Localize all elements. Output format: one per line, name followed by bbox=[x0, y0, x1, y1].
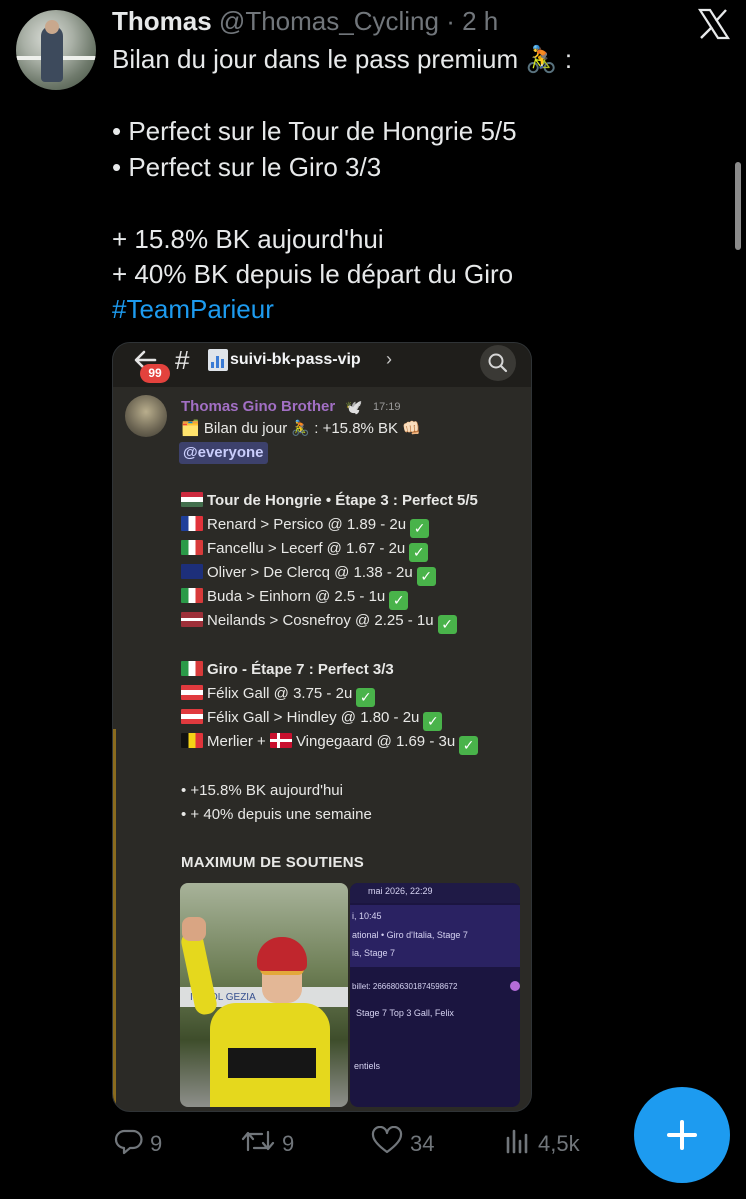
everyone-mention: @everyone bbox=[179, 442, 268, 464]
discord-title-line: 🗂️ Bilan du jour 🚴 : +15.8% BK 👊🏻 bbox=[181, 420, 421, 437]
hongrie-bet-3: Oliver > De Clercq @ 1.38 - 2u ✓ bbox=[181, 564, 436, 586]
denmark-flag-icon bbox=[269, 733, 292, 748]
channel-name: suivi-bk-pass-vip bbox=[230, 351, 361, 368]
receipt-line-5: billet: 2666806301874598672 bbox=[352, 982, 458, 991]
chevron-right-icon: › bbox=[386, 349, 392, 369]
repost-button[interactable]: 9 bbox=[240, 1126, 294, 1157]
check-icon: ✓ bbox=[423, 712, 443, 731]
hongrie-bet-3-text: Oliver > De Clercq @ 1.38 - 2u bbox=[207, 564, 413, 581]
message-left-bar bbox=[113, 729, 116, 1111]
check-icon: ✓ bbox=[409, 543, 429, 562]
giro-bet-3-text-a: Merlier + bbox=[207, 733, 270, 750]
austria-flag-icon bbox=[181, 685, 203, 700]
reply-icon bbox=[114, 1129, 143, 1155]
austria-flag-icon bbox=[181, 709, 203, 724]
discord-author-avatar bbox=[125, 395, 167, 437]
plus-icon-vertical bbox=[680, 1120, 684, 1150]
receipt-line-2: i, 10:45 bbox=[352, 911, 382, 921]
x-logo-icon[interactable] bbox=[694, 4, 734, 44]
receipt-line-3: ational • Giro d'Italia, Stage 7 bbox=[352, 930, 468, 940]
tweet-time: · 2 h bbox=[446, 6, 499, 36]
check-icon: ✓ bbox=[389, 591, 409, 610]
like-button[interactable]: 34 bbox=[370, 1125, 435, 1157]
hungary-flag-icon bbox=[181, 492, 203, 507]
check-icon: ✓ bbox=[437, 615, 457, 634]
receipt-line-1: mai 2026, 22:29 bbox=[368, 886, 433, 896]
hongrie-bet-2: Fancellu > Lecerf @ 1.67 - 2u ✓ bbox=[181, 540, 429, 562]
tweet-line-5: + 40% BK depuis le départ du Giro bbox=[112, 259, 514, 289]
avatar-figure bbox=[41, 26, 63, 82]
tweet-line-3: • Perfect sur le Giro 3/3 bbox=[112, 152, 382, 182]
receipt-badge-icon bbox=[510, 981, 520, 991]
scrollbar-thumb[interactable] bbox=[735, 162, 741, 250]
italy-flag-icon bbox=[181, 588, 203, 603]
repost-icon bbox=[241, 1130, 275, 1152]
avatar-head bbox=[45, 20, 59, 34]
views-count: 4,5k bbox=[538, 1131, 580, 1156]
rider-photo: IO SOL GEZIA bbox=[180, 883, 348, 1107]
giro-bet-1: Félix Gall @ 3.75 - 2u ✓ bbox=[181, 685, 376, 707]
giro-bet-3: Merlier + Vingegaard @ 1.69 - 3u ✓ bbox=[181, 733, 479, 755]
tweet-hashtag[interactable]: #TeamParieur bbox=[112, 294, 274, 325]
section-title: MAXIMUM DE SOUTIENS bbox=[181, 854, 364, 871]
giro-bet-1-text: Félix Gall @ 3.75 - 2u bbox=[207, 685, 353, 702]
rider-jersey-band bbox=[228, 1048, 316, 1078]
bet-receipt-screenshot: mai 2026, 22:29 i, 10:45 ational • Giro … bbox=[350, 883, 520, 1107]
giro-header: Giro - Étape 7 : Perfect 3/3 bbox=[181, 661, 394, 678]
summary-line-2: • + 40% depuis une semaine bbox=[181, 806, 372, 823]
notification-badge: 99 bbox=[140, 364, 170, 383]
tweet-header: Thomas @Thomas_Cycling · 2 h bbox=[112, 6, 498, 37]
summary-line-1: • +15.8% BK aujourd'hui bbox=[181, 782, 343, 799]
hongrie-bet-1: Renard > Persico @ 1.89 - 2u ✓ bbox=[181, 516, 430, 538]
rider-fist bbox=[182, 917, 206, 941]
hongrie-header-text: Tour de Hongrie • Étape 3 : Perfect 5/5 bbox=[207, 492, 478, 509]
giro-header-text: Giro - Étape 7 : Perfect 3/3 bbox=[207, 661, 394, 678]
hongrie-bet-2-text: Fancellu > Lecerf @ 1.67 - 2u bbox=[207, 540, 406, 557]
reply-count: 9 bbox=[150, 1131, 163, 1156]
author-handle[interactable]: @Thomas_Cycling bbox=[219, 6, 439, 36]
tweet-media-image[interactable]: 99 # suivi-bk-pass-vip › Thomas Gino Bro… bbox=[112, 342, 532, 1112]
giro-bet-2-text: Félix Gall > Hindley @ 1.80 - 2u bbox=[207, 709, 420, 726]
hongrie-header: Tour de Hongrie • Étape 3 : Perfect 5/5 bbox=[181, 492, 478, 509]
latvia-flag-icon bbox=[181, 612, 203, 627]
views-chart-icon bbox=[506, 1129, 528, 1154]
tweet-line-1: Bilan du jour dans le pass premium 🚴 : bbox=[112, 44, 573, 74]
receipt-line-6: Stage 7 Top 3 Gall, Felix bbox=[356, 1008, 454, 1018]
tweet-line-2: • Perfect sur le Tour de Hongrie 5/5 bbox=[112, 116, 517, 146]
views-button[interactable]: 4,5k bbox=[504, 1126, 580, 1157]
italy-flag-icon bbox=[181, 540, 203, 555]
heart-icon bbox=[371, 1125, 403, 1154]
repost-count: 9 bbox=[282, 1131, 295, 1156]
reply-button[interactable]: 9 bbox=[114, 1126, 162, 1157]
hongrie-bet-5: Neilands > Cosnefroy @ 2.25 - 1u ✓ bbox=[181, 612, 457, 634]
australia-flag-icon bbox=[181, 564, 203, 579]
author-name[interactable]: Thomas bbox=[112, 6, 212, 36]
dove-icon: 🕊️ bbox=[345, 399, 363, 415]
france-flag-icon bbox=[181, 516, 203, 531]
channel-hash-icon: # bbox=[175, 345, 190, 375]
hongrie-bet-4-text: Buda > Einhorn @ 2.5 - 1u bbox=[207, 588, 386, 605]
bar-chart-icon bbox=[208, 349, 228, 371]
giro-bet-3-text-b: Vingegaard @ 1.69 - 3u bbox=[295, 733, 456, 750]
check-icon: ✓ bbox=[356, 688, 376, 707]
receipt-line-7: entiels bbox=[354, 1061, 381, 1071]
discord-message-time: 17:19 bbox=[373, 401, 401, 413]
check-icon: ✓ bbox=[459, 736, 479, 755]
receipt-line-4: ia, Stage 7 bbox=[352, 948, 396, 958]
hongrie-bet-5-text: Neilands > Cosnefroy @ 2.25 - 1u bbox=[207, 612, 434, 629]
rider-helmet bbox=[257, 937, 307, 971]
author-avatar[interactable] bbox=[16, 10, 96, 90]
check-icon: ✓ bbox=[416, 567, 436, 586]
like-count: 34 bbox=[410, 1131, 435, 1156]
compose-button[interactable] bbox=[634, 1087, 730, 1183]
giro-bet-2: Félix Gall > Hindley @ 1.80 - 2u ✓ bbox=[181, 709, 443, 731]
discord-search-icon bbox=[480, 345, 516, 381]
discord-author-name: Thomas Gino Brother bbox=[181, 398, 336, 415]
hongrie-bet-1-text: Renard > Persico @ 1.89 - 2u bbox=[207, 516, 407, 533]
hongrie-bet-4: Buda > Einhorn @ 2.5 - 1u ✓ bbox=[181, 588, 409, 610]
check-icon: ✓ bbox=[410, 519, 430, 538]
tweet-line-4: + 15.8% BK aujourd'hui bbox=[112, 224, 384, 254]
italy-flag-icon bbox=[181, 661, 203, 676]
belgium-flag-icon bbox=[181, 733, 203, 748]
